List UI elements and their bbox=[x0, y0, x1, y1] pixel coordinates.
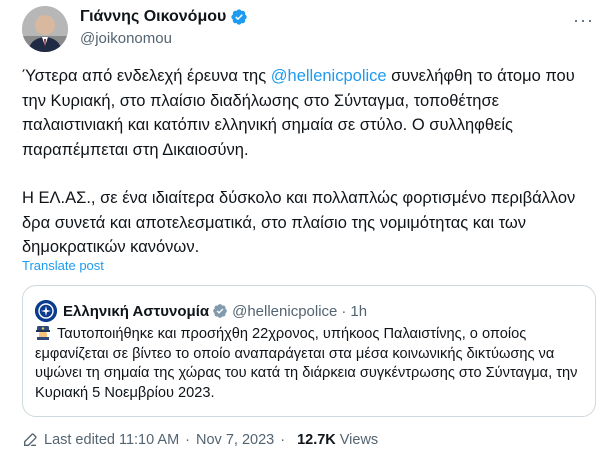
tweet: Γιάννης Οικονόμου @joikonomou ··· Ύστερα… bbox=[0, 0, 609, 453]
translate-post-link[interactable]: Translate post bbox=[22, 258, 104, 273]
quoted-tweet[interactable]: Ελληνική Αστυνομία @hellenicpolice · 1h … bbox=[22, 285, 596, 417]
mention-link[interactable]: @hellenicpolice bbox=[271, 67, 387, 85]
post-date-link[interactable]: Nov 7, 2023 bbox=[196, 432, 274, 448]
views-label: Views bbox=[339, 432, 379, 448]
paragraph-1-start: Ύστερα από ενδελεχή έρευνα της bbox=[22, 67, 271, 85]
author-name[interactable]: Γιάννης Οικονόμου bbox=[80, 8, 226, 26]
author-handle[interactable]: @joikonomou bbox=[80, 30, 172, 47]
name-row: Γιάννης Οικονόμου bbox=[80, 8, 248, 26]
quoted-time[interactable]: 1h bbox=[350, 303, 367, 320]
verified-badge-icon bbox=[231, 9, 248, 25]
tweet-metadata: Last edited 11:10 AM · Nov 7, 2023 · 12.… bbox=[22, 432, 378, 448]
quoted-tweet-text: Ταυτοποιήθηκε και προσήχθη 22χρονος, υπή… bbox=[35, 325, 585, 403]
avatar-image bbox=[22, 6, 68, 52]
quoted-author-handle[interactable]: @hellenicpolice bbox=[232, 303, 337, 320]
police-officer-emoji-icon bbox=[36, 326, 50, 340]
verified-badge-gray-icon bbox=[213, 304, 227, 318]
tweet-paragraph-2: Η ΕΛ.ΑΣ., σε ένα ιδιαίτερα δύσκολο και π… bbox=[22, 189, 576, 256]
meta-separator-2: · bbox=[280, 432, 286, 448]
tweet-paragraph-1: Ύστερα από ενδελεχή έρευνα της @hellenic… bbox=[22, 64, 592, 162]
tweet-header: Γιάννης Οικονόμου @joikonomou ··· bbox=[22, 6, 602, 52]
police-emblem-icon bbox=[35, 300, 57, 322]
quoted-tweet-header: Ελληνική Αστυνομία @hellenicpolice · 1h bbox=[35, 300, 367, 322]
last-edited-link[interactable]: Last edited 11:10 AM bbox=[44, 432, 179, 448]
quoted-separator: · bbox=[341, 302, 347, 320]
avatar[interactable] bbox=[22, 6, 68, 52]
meta-separator-1: · bbox=[185, 432, 191, 448]
edit-pencil-icon bbox=[24, 433, 37, 446]
tweet-text: Ύστερα από ενδελεχή έρευνα της @hellenic… bbox=[22, 64, 592, 284]
quoted-text-content: Ταυτοποιήθηκε και προσήχθη 22χρονος, υπή… bbox=[35, 326, 578, 401]
quoted-author-name[interactable]: Ελληνική Αστυνομία bbox=[63, 303, 209, 320]
views-count: 12.7K bbox=[297, 432, 336, 448]
more-options-icon[interactable]: ··· bbox=[573, 10, 594, 31]
